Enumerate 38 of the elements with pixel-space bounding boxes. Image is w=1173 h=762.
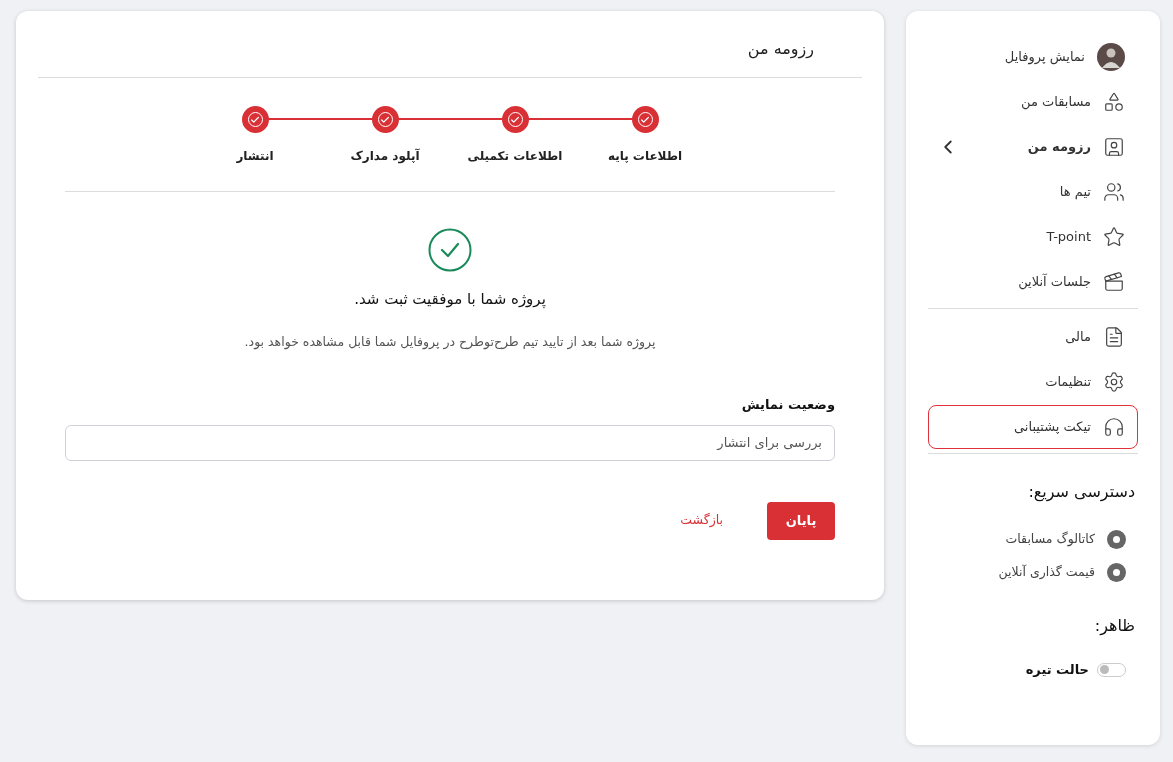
avatar-icon [1097, 43, 1125, 71]
success-message: پروژه شما بعد از تایید تیم طرح‌توطرح در پروفایل شما قابل مشاهده خواهد بود. [244, 332, 656, 352]
status-field[interactable]: بررسی برای انتشار [65, 424, 835, 461]
toggle-label: حالت تیره [1025, 661, 1089, 679]
field-label: وضعیت نمایش [740, 396, 835, 415]
section-heading: دسترسی سریع: [1028, 482, 1135, 501]
quick-link[interactable]: کاتالوگ مسابقات [940, 530, 1126, 549]
star-icon [1103, 226, 1125, 248]
sidebar-item[interactable]: جلسات آنلاین [928, 260, 1138, 304]
document-icon [1103, 326, 1125, 348]
step-label: آپلود مدارک [350, 147, 420, 165]
finish-button[interactable]: پایان [767, 501, 835, 540]
success-title: پروژه شما با موفقیت ثبت شد. [354, 289, 546, 310]
step-label: انتشار [236, 148, 274, 165]
sidebar-item[interactable]: تیکت پشتیبانی [928, 405, 1138, 449]
quick-link[interactable]: قیمت گذاری آنلاین [940, 563, 1126, 582]
headphones-icon [1103, 416, 1125, 438]
sidebar-item[interactable]: تیم ها [928, 170, 1138, 214]
users-icon [1103, 181, 1125, 203]
back-link[interactable]: بازگشت [680, 511, 723, 531]
shapes-icon [1103, 91, 1125, 113]
user-card-icon [1103, 136, 1125, 158]
settings-icon [1103, 371, 1125, 393]
sidebar-item[interactable]: T-point [928, 215, 1138, 259]
sidebar-item[interactable]: مسابقات من [928, 80, 1138, 124]
success-check-icon [428, 228, 472, 272]
dark-mode-toggle[interactable] [1097, 662, 1126, 677]
radio-icon [1107, 530, 1126, 549]
page-title: رزومه من [747, 39, 814, 58]
sidebar-item[interactable]: نمایش پروفایل [928, 35, 1138, 79]
sidebar-item[interactable]: تنظیمات [928, 360, 1138, 404]
sidebar-item[interactable]: مالی [928, 315, 1138, 359]
section-heading: ظاهر: [1094, 616, 1135, 635]
step-label: اطلاعات پایه [607, 148, 683, 165]
clapperboard-icon [1103, 271, 1125, 293]
step-label: اطلاعات تکمیلی [467, 148, 563, 165]
radio-icon [1107, 563, 1126, 582]
sidebar-item[interactable]: رزومه من [928, 125, 1138, 169]
